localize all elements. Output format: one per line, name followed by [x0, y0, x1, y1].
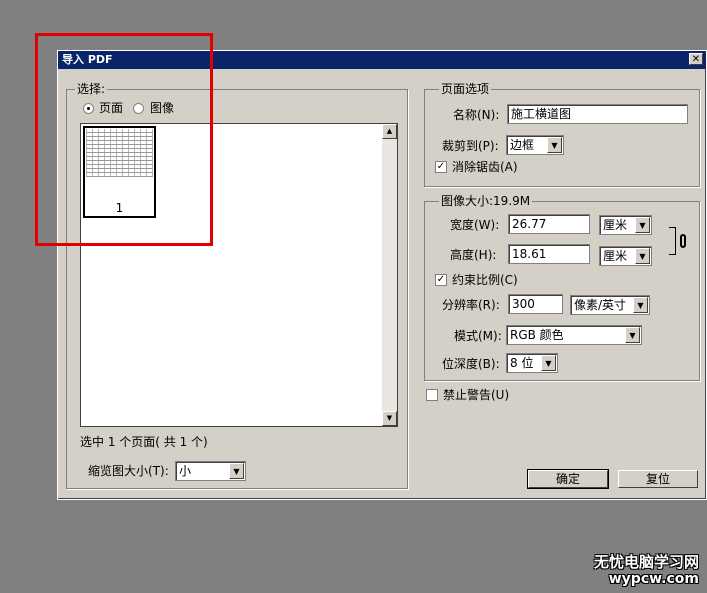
name-input[interactable]: 施工横道图 — [507, 104, 688, 124]
chevron-down-icon[interactable]: ▼ — [633, 297, 648, 313]
height-unit-value: 厘米 — [603, 249, 628, 263]
link-chain-icon — [680, 234, 686, 248]
crop-label: 裁剪到(P): — [442, 139, 499, 153]
mode-value: RGB 颜色 — [510, 328, 564, 342]
suppress-warnings-checkbox[interactable] — [426, 389, 438, 401]
resolution-label: 分辨率(R): — [442, 298, 500, 312]
crop-value: 边框 — [510, 138, 535, 152]
width-label: 宽度(W): — [450, 218, 500, 232]
crop-select[interactable]: 边框 ▼ — [506, 135, 564, 155]
width-unit-value: 厘米 — [603, 218, 628, 232]
chevron-down-icon[interactable]: ▼ — [625, 327, 640, 343]
antialias-label[interactable]: 消除锯齿(A) — [452, 160, 518, 174]
watermark-line2: wypcw.com — [608, 571, 699, 587]
height-label: 高度(H): — [450, 248, 497, 262]
ok-button[interactable]: 确定 — [527, 469, 609, 489]
resolution-unit-select[interactable]: 像素/英寸 ▼ — [570, 295, 650, 315]
height-unit-select[interactable]: 厘米 ▼ — [599, 246, 652, 266]
scroll-up-button[interactable]: ▲ — [382, 124, 397, 139]
depth-label: 位深度(B): — [442, 357, 500, 371]
suppress-warnings-label[interactable]: 禁止警告(U) — [443, 388, 509, 402]
height-input[interactable]: 18.61 — [508, 244, 590, 264]
thumb-size-select[interactable]: 小 ▼ — [175, 461, 246, 481]
thumbnail-scrollbar[interactable]: ▲ ▼ — [382, 124, 397, 426]
chevron-down-icon[interactable]: ▼ — [229, 463, 244, 479]
reset-button[interactable]: 复位 — [618, 470, 698, 488]
chevron-down-icon[interactable]: ▼ — [635, 248, 650, 264]
selection-info: 选中 1 个页面( 共 1 个) — [80, 435, 208, 449]
site-watermark: 无忧电脑学习网 wypcw.com — [594, 553, 699, 587]
mode-select[interactable]: RGB 颜色 ▼ — [506, 325, 642, 345]
width-input[interactable]: 26.77 — [508, 214, 590, 234]
thumb-size-value: 小 — [179, 464, 192, 478]
constrain-checkbox[interactable]: ✓ — [435, 274, 447, 286]
highlight-box — [35, 33, 213, 246]
mode-label: 模式(M): — [454, 329, 502, 343]
chevron-down-icon[interactable]: ▼ — [635, 217, 650, 233]
link-bracket — [669, 227, 676, 255]
scroll-down-button[interactable]: ▼ — [382, 411, 397, 426]
resolution-input[interactable]: 300 — [508, 294, 563, 314]
image-size-legend: 图像大小:19.9M — [439, 194, 533, 208]
depth-value: 8 位 — [510, 356, 534, 370]
name-label: 名称(N): — [453, 108, 500, 122]
thumb-size-label: 缩览图大小(T): — [88, 464, 169, 478]
antialias-checkbox[interactable]: ✓ — [435, 161, 447, 173]
chevron-down-icon[interactable]: ▼ — [541, 355, 556, 371]
chevron-down-icon[interactable]: ▼ — [547, 137, 562, 153]
constrain-label[interactable]: 约束比例(C) — [452, 273, 518, 287]
page-options-legend: 页面选项 — [439, 82, 492, 96]
width-unit-select[interactable]: 厘米 ▼ — [599, 215, 652, 235]
watermark-line1: 无忧电脑学习网 — [593, 553, 699, 571]
close-button[interactable]: ✕ — [689, 53, 703, 65]
depth-select[interactable]: 8 位 ▼ — [506, 353, 558, 373]
resolution-unit-value: 像素/英寸 — [574, 298, 627, 312]
